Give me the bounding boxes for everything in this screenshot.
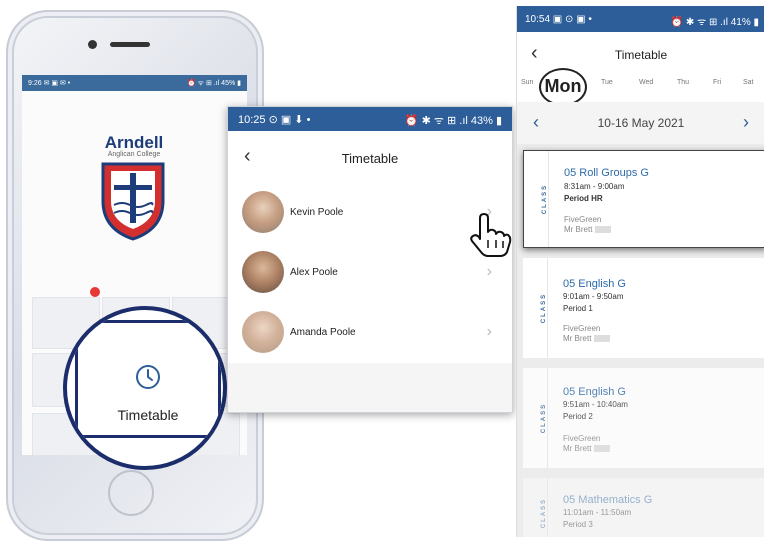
- student-name: Alex Poole: [290, 267, 338, 278]
- class-card[interactable]: CLASS 05 English G 9:51am - 10:40am Peri…: [523, 368, 764, 468]
- front-camera: [88, 40, 97, 49]
- week-range: 10-16 May 2021: [597, 116, 685, 130]
- class-teacher: Mr Brett: [563, 334, 611, 343]
- redacted-name: [594, 335, 611, 343]
- class-tag-label: CLASS: [542, 183, 549, 215]
- clock-icon: [136, 365, 160, 389]
- earpiece-speaker: [110, 42, 150, 47]
- class-period: Period HR: [564, 194, 603, 203]
- class-title: 05 English G: [563, 386, 626, 398]
- notification-badge: [90, 287, 100, 297]
- class-period: Period 3: [563, 520, 593, 529]
- class-title: 05 Roll Groups G: [564, 167, 649, 179]
- page-title: Timetable: [341, 151, 399, 166]
- class-period: Period 2: [563, 412, 593, 421]
- chevron-right-icon[interactable]: ›: [743, 112, 749, 133]
- magnifier-callout: Timetable: [63, 306, 227, 470]
- day-thu[interactable]: Thu: [677, 79, 689, 86]
- redacted-name: [594, 445, 611, 453]
- class-time: 9:51am - 10:40am: [563, 400, 628, 409]
- class-teacher: Mr Brett: [564, 225, 612, 234]
- class-room: FiveGreen: [563, 324, 601, 333]
- class-card[interactable]: CLASS 05 Mathematics G 11:01am - 11:50am…: [523, 478, 764, 537]
- redacted-name: [595, 226, 612, 234]
- class-period: Period 1: [563, 304, 593, 313]
- avatar: [242, 191, 284, 233]
- class-room: FiveGreen: [563, 434, 601, 443]
- status-time: 10:54 ▣ ⊙ ▣ •: [525, 14, 592, 25]
- status-icons: ⏰ ✱ ᯤ ⊞ .ıl 43% ▮: [404, 115, 502, 127]
- class-tag-label: CLASS: [541, 292, 548, 324]
- day-sat[interactable]: Sat: [743, 79, 754, 86]
- page-title: Timetable: [614, 48, 668, 62]
- timetable-tile-label: Timetable: [117, 407, 179, 423]
- day-mon-selected[interactable]: Mon: [539, 68, 587, 106]
- school-subtitle: Anglican College: [107, 151, 161, 158]
- student-name: Kevin Poole: [290, 207, 344, 218]
- student-name: Amanda Poole: [290, 327, 356, 338]
- app-header: ‹ Timetable: [228, 131, 512, 184]
- status-bar: 10:54 ▣ ⊙ ▣ • ⏰ ✱ ᯤ ⊞ .ıl 41% ▮: [517, 6, 764, 32]
- empty-area: [228, 363, 512, 412]
- day-fri[interactable]: Fri: [713, 79, 721, 86]
- student-picker-screen: 10:25 ⊙ ▣ ⬇ • ⏰ ✱ ᯤ ⊞ .ıl 43% ▮ ‹ Timeta…: [227, 106, 513, 413]
- school-name: Arndell: [104, 133, 164, 152]
- class-teacher: Mr Brett: [563, 444, 611, 453]
- teacher-name: Mr Brett: [563, 334, 592, 343]
- class-tag: CLASS: [524, 151, 549, 247]
- status-bar: 9:26 ✉ ▣ ✉ • ⏰ ᯤ ⊞ .ıl 45% ▮: [22, 75, 247, 91]
- day-mon-label: Mon: [544, 76, 582, 96]
- class-title: 05 English G: [563, 278, 626, 290]
- teacher-name: Mr Brett: [563, 444, 592, 453]
- status-icons: ⏰ ᯤ ⊞ .ıl 45% ▮: [186, 80, 241, 87]
- student-row[interactable]: Amanda Poole ›: [228, 303, 512, 364]
- avatar: [242, 311, 284, 353]
- status-icons: ⏰ ✱ ᯤ ⊞ .ıl 41% ▮: [670, 17, 759, 28]
- class-card[interactable]: CLASS 05 English G 9:01am - 9:50am Perio…: [523, 258, 764, 358]
- status-time: 10:25 ⊙ ▣ ⬇ •: [238, 114, 311, 126]
- pointing-hand-icon: [470, 213, 512, 257]
- class-title: 05 Mathematics G: [563, 494, 653, 506]
- week-navigator: ‹ 10-16 May 2021 ›: [517, 102, 764, 144]
- chevron-right-icon: ›: [486, 263, 492, 280]
- class-time: 8:31am - 9:00am: [564, 182, 625, 191]
- day-wed[interactable]: Wed: [639, 79, 653, 86]
- class-tag: CLASS: [523, 478, 548, 537]
- class-tag-label: CLASS: [541, 497, 548, 529]
- timetable-tile[interactable]: Timetable: [75, 320, 221, 438]
- class-tag-label: CLASS: [541, 402, 548, 434]
- chevron-right-icon: ›: [486, 323, 492, 340]
- home-button[interactable]: [108, 470, 154, 516]
- class-time: 11:01am - 11:50am: [563, 508, 632, 517]
- day-tue[interactable]: Tue: [601, 79, 613, 86]
- timetable-screen: 10:54 ▣ ⊙ ▣ • ⏰ ✱ ᯤ ⊞ .ıl 41% ▮ ‹ Timeta…: [516, 6, 764, 537]
- class-card[interactable]: CLASS 05 Roll Groups G 8:31am - 9:00am P…: [523, 150, 764, 248]
- status-time: 9:26 ✉ ▣ ✉ •: [28, 80, 71, 87]
- day-sun[interactable]: Sun: [521, 79, 533, 86]
- class-tag: CLASS: [523, 258, 548, 358]
- day-selector: Sun Mon Tue Wed Thu Fri Sat: [517, 68, 764, 106]
- school-crest-icon: [101, 162, 165, 241]
- class-room: FiveGreen: [564, 215, 602, 224]
- class-time: 9:01am - 9:50am: [563, 292, 624, 301]
- class-tag: CLASS: [523, 368, 548, 468]
- teacher-name: Mr Brett: [564, 225, 593, 234]
- status-bar: 10:25 ⊙ ▣ ⬇ • ⏰ ✱ ᯤ ⊞ .ıl 43% ▮: [228, 107, 512, 131]
- avatar: [242, 251, 284, 293]
